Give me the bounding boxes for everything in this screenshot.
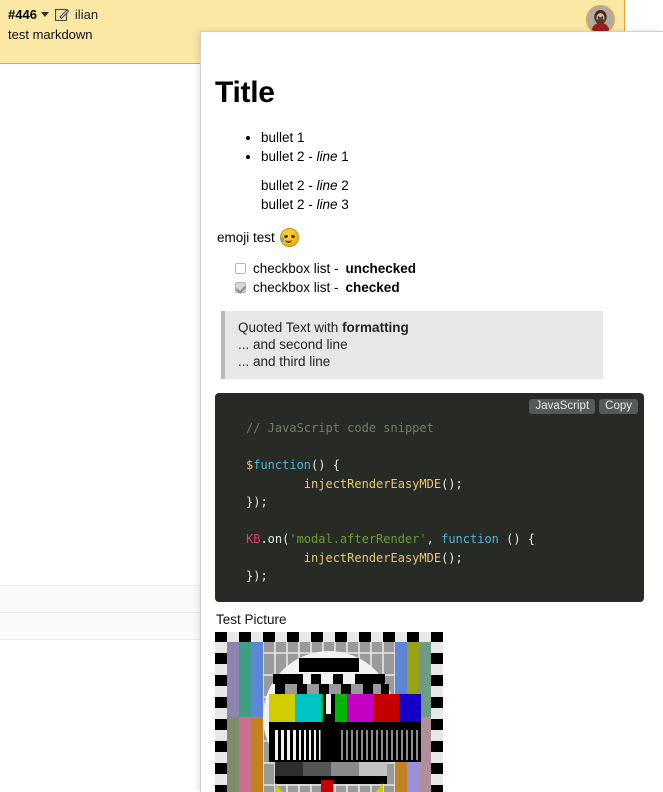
blockquote-line-2: ... and second line: [238, 337, 348, 352]
task-assignee[interactable]: ilian: [75, 7, 98, 22]
code-method: .on(: [260, 532, 290, 546]
blockquote-line-1: Quoted Text with formatting: [238, 319, 593, 336]
checkbox-checked-icon[interactable]: [235, 282, 246, 293]
checkbox-unchecked-icon[interactable]: [235, 263, 246, 274]
modal-content: Title bullet 1 bullet 2 - line 1 bullet …: [201, 32, 663, 792]
blockquote-line-3: ... and third line: [238, 354, 331, 369]
checkbox-label: checkbox list -: [253, 261, 339, 276]
checkbox-list-item[interactable]: checkbox list - unchecked: [235, 259, 645, 278]
picture-caption: Test Picture: [216, 611, 287, 627]
code-object-kb: KB: [246, 532, 261, 546]
code-call-name: injectRenderEasyMDE: [303, 550, 442, 565]
blockquote: Quoted Text with formatting ... and seco…: [221, 311, 603, 379]
task-card-header: #446 ilian: [0, 0, 624, 24]
continuation-text-tail: 2: [337, 178, 349, 193]
list-item: bullet 2 - line 1: [261, 147, 645, 166]
continuation-emphasis: line: [316, 197, 338, 212]
continuation-text-tail: 3: [337, 197, 349, 212]
task-id-label[interactable]: #446: [8, 7, 37, 22]
list-item: bullet 1: [261, 128, 645, 147]
code-language-badge: JavaScript: [529, 399, 596, 414]
philips-pm5544-test-card: [215, 631, 443, 792]
list-continuation-line: bullet 2 - line 2: [215, 176, 645, 195]
pencil-square-icon[interactable]: [54, 7, 70, 22]
checkbox-label-strong: unchecked: [345, 261, 417, 276]
code-block-badges: JavaScript Copy: [529, 399, 638, 414]
checkbox-label: checkbox list -: [253, 280, 339, 295]
code-close: });: [246, 495, 268, 509]
continuation-text: bullet 2 -: [261, 178, 317, 193]
greyscale-steps: [275, 761, 387, 776]
avatar[interactable]: [586, 5, 615, 34]
continuation-text: bullet 2 -: [261, 197, 317, 212]
page-title: Title: [215, 76, 275, 109]
list-item-text: bullet 1: [261, 130, 305, 145]
code-comment: // JavaScript code snippet: [246, 421, 434, 435]
checkbox-list-item[interactable]: checkbox list - checked: [235, 278, 645, 297]
list-item-emphasis: line: [316, 149, 338, 164]
list-continuation-line: bullet 2 - line 3: [215, 195, 645, 214]
multiburst: [269, 724, 421, 762]
code-punct: ();: [441, 476, 463, 491]
code-punct: ();: [441, 550, 463, 565]
code-keyword-function: function: [253, 458, 312, 472]
avatar-image: [587, 6, 614, 33]
color-bars: [269, 693, 421, 722]
code-block-content: // JavaScript code snippet $function() {…: [215, 419, 644, 586]
code-block: JavaScript Copy // JavaScript code snipp…: [215, 393, 644, 602]
continuation-emphasis: line: [316, 178, 338, 193]
bullet-list: bullet 1 bullet 2 - line 1: [215, 128, 645, 166]
code-close: });: [246, 569, 268, 583]
blockquote-text: Quoted Text with: [238, 320, 343, 335]
list-item-text: bullet 2 -: [261, 149, 317, 164]
blockquote-strong: formatting: [342, 320, 409, 335]
code-call-name: injectRenderEasyMDE: [303, 476, 442, 491]
code-keyword-function: function: [441, 532, 499, 546]
code-string: 'modal.afterRender': [289, 532, 427, 546]
rolling-on-the-floor-laughing-emoji: [279, 228, 299, 247]
copy-button[interactable]: Copy: [599, 399, 638, 414]
code-comma: ,: [426, 532, 442, 546]
caret-down-icon[interactable]: [40, 11, 49, 17]
checkbox-list: checkbox list - unchecked checkbox list …: [235, 259, 645, 297]
list-item-text-tail: 1: [337, 149, 349, 164]
emoji-test-line: emoji test: [217, 228, 645, 247]
code-punct: () {: [498, 532, 536, 546]
code-punct: () {: [311, 458, 340, 472]
emoji-test-label: emoji test: [217, 230, 275, 245]
checkbox-label-strong: checked: [345, 280, 400, 295]
markdown-preview-modal: Title bullet 1 bullet 2 - line 1 bullet …: [200, 31, 663, 792]
